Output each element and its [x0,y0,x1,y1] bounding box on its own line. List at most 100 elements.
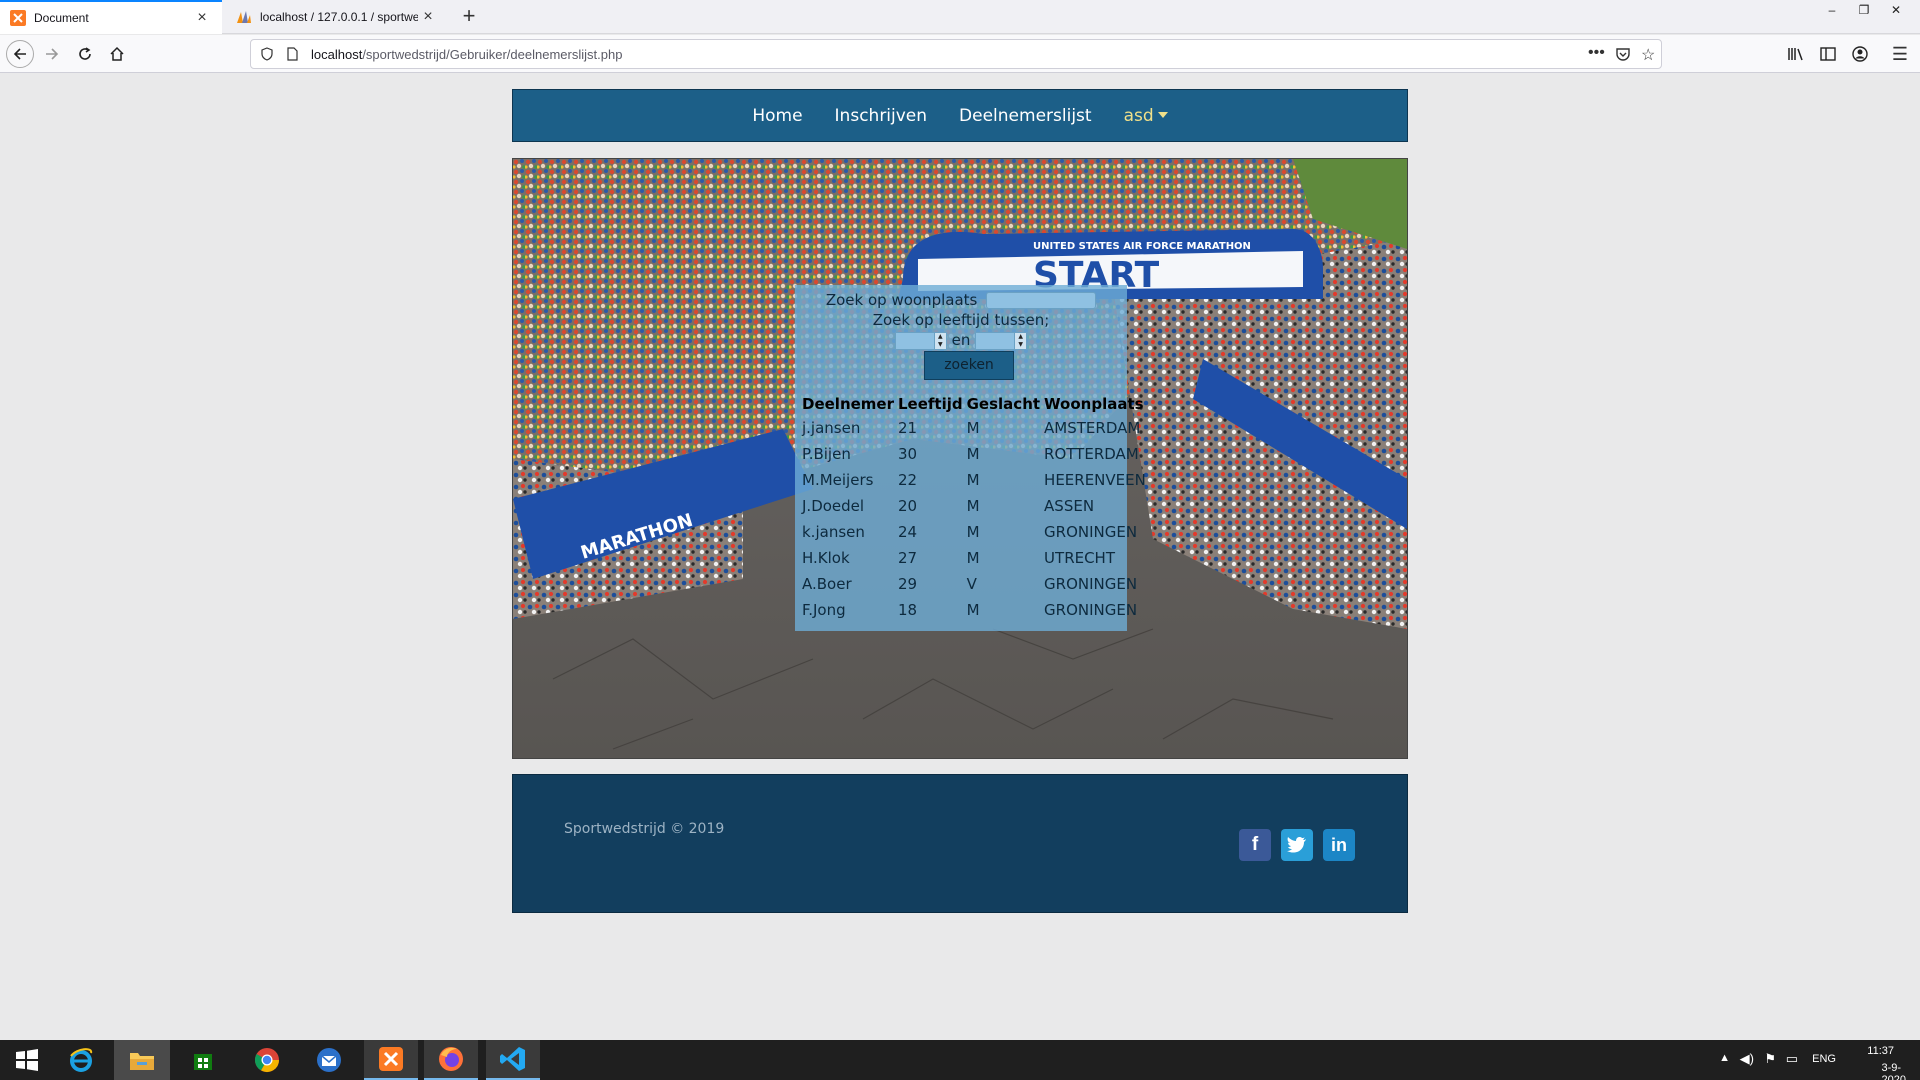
table-row: H.Klok 27 M UTRECHT [802,545,1148,571]
network-icon[interactable]: ▭ [1786,1051,1798,1067]
table-cell: M [966,497,980,515]
nav-home-link[interactable]: Home [752,106,802,126]
participants-table: Deelnemer Leeftijd Geslacht Woonplaats j… [802,393,1148,623]
woonplaats-input[interactable] [986,292,1097,309]
nav-deelnemerslijst-link[interactable]: Deelnemerslijst [959,106,1092,126]
column-header: Geslacht [966,395,1041,413]
table-cell: M [966,445,980,463]
table-cell: GRONINGEN [1044,575,1138,593]
table-cell: 30 [898,445,918,463]
menu-icon[interactable]: ☰ [1886,40,1914,68]
store-icon[interactable] [176,1040,230,1080]
close-window-icon[interactable]: ✕ [1880,0,1912,20]
page-actions-icon[interactable]: ••• [1588,44,1605,62]
table-cell: 22 [898,471,918,489]
user-dropdown[interactable]: asd [1124,106,1168,126]
nav-inschrijven-link[interactable]: Inschrijven [835,106,928,126]
table-cell: P.Bijen [802,445,851,463]
xampp-taskbar-icon[interactable] [364,1040,418,1080]
bookmark-star-icon[interactable]: ☆ [1641,45,1655,65]
library-icon[interactable] [1782,40,1810,68]
new-tab-button[interactable]: + [456,4,482,30]
page-content: Home Inschrijven Deelnemerslijst asd STA… [0,74,1920,1040]
table-cell: M [966,523,980,541]
chrome-icon[interactable] [240,1040,294,1080]
caret-down-icon [1157,111,1168,118]
back-icon[interactable] [6,40,34,68]
thunderbird-icon[interactable] [302,1040,356,1080]
table-cell: 29 [898,575,918,593]
table-cell: AMSTERDAM [1044,419,1141,437]
reload-icon[interactable] [71,40,99,68]
woonplaats-label: Zoek op woonplaats [825,291,978,309]
table-cell: ASSEN [1044,497,1095,515]
close-tab-icon[interactable]: × [192,9,212,27]
table-row: k.jansen 24 M GRONINGEN [802,519,1148,545]
clock-date[interactable]: 3-9-2020 [1882,1062,1906,1080]
facebook-icon[interactable]: f [1239,829,1271,861]
tab-phpmyadmin[interactable]: localhost / 127.0.0.1 / sportwed × [226,0,448,34]
woonplaats-search-row: Zoek op woonplaats [795,291,1127,309]
table-row: J.Doedel 20 M ASSEN [802,493,1148,519]
table-row: P.Bijen 30 M ROTTERDAM [802,441,1148,467]
column-header: Deelnemer [802,395,894,413]
table-cell: M [966,549,980,567]
file-explorer-icon[interactable] [114,1040,170,1080]
address-bar[interactable]: localhost/sportwedstrijd/Gebruiker/deeln… [250,39,1662,69]
browser-tab-strip: Document × localhost / 127.0.0.1 / sport… [0,0,1920,34]
linkedin-icon[interactable]: in [1323,829,1355,861]
xampp-icon [10,10,26,26]
table-cell: j.jansen [802,419,861,437]
table-cell: 24 [898,523,918,541]
search-panel: Zoek op woonplaats Zoek op leeftijd tuss… [795,285,1146,631]
clock-time[interactable]: 11:37 [1867,1045,1894,1057]
restore-window-icon[interactable]: ❐ [1848,0,1880,20]
site-navigation: Home Inschrijven Deelnemerslijst asd [512,89,1408,142]
language-indicator[interactable]: ENG [1812,1053,1836,1065]
table-header-row: Deelnemer Leeftijd Geslacht Woonplaats [802,393,1148,415]
account-icon[interactable] [1846,40,1874,68]
table-cell: M [966,471,980,489]
sidebar-icon[interactable] [1814,40,1842,68]
table-cell: 18 [898,601,918,619]
spinner-arrows-icon[interactable]: ▲ ▼ [933,332,946,349]
windows-taskbar: ▲ ◀) ⚑ ▭ ENG 11:37 3-9-2020 [0,1040,1920,1080]
internet-explorer-icon[interactable] [54,1040,108,1080]
forward-icon[interactable] [38,40,66,68]
leeftijd-label: Zoek op leeftijd tussen; [872,311,1050,329]
tray-expand-icon[interactable]: ▲ [1719,1052,1730,1064]
column-header: Leeftijd [898,395,963,413]
tab-document[interactable]: Document × [0,0,222,34]
tab-title: localhost / 127.0.0.1 / sportwed [260,10,418,24]
table-row: A.Boer 29 V GRONINGEN [802,571,1148,597]
pocket-icon[interactable] [1615,46,1631,67]
leeftijd-range-row: ▲ ▼ en ▲ ▼ [795,331,1127,350]
table-cell: ROTTERDAM [1044,445,1139,463]
volume-icon[interactable]: ◀) [1740,1051,1754,1067]
shield-icon[interactable] [260,47,274,66]
table-cell: F.Jong [802,601,846,619]
table-cell: k.jansen [802,523,865,541]
twitter-icon[interactable] [1281,829,1313,861]
flag-icon[interactable]: ⚑ [1764,1051,1776,1067]
table-cell: H.Klok [802,549,850,567]
zoeken-button[interactable]: zoeken [924,351,1014,380]
close-tab-icon[interactable]: × [418,8,438,26]
minimize-window-icon[interactable]: – [1816,0,1848,20]
firefox-icon[interactable] [424,1040,478,1080]
min-age-input[interactable]: ▲ ▼ [894,331,947,350]
banner-subtext: UNITED STATES AIR FORCE MARATHON [1033,241,1251,252]
page-info-icon[interactable] [285,47,299,66]
spinner-arrows-icon[interactable]: ▲ ▼ [1014,332,1027,349]
table-row: F.Jong 18 M GRONINGEN [802,597,1148,623]
vscode-icon[interactable] [486,1040,540,1080]
max-age-input[interactable]: ▲ ▼ [975,331,1028,350]
table-cell: GRONINGEN [1044,523,1138,541]
and-label: en [951,331,971,349]
table-cell: A.Boer [802,575,852,593]
phpmyadmin-icon [237,11,251,23]
windows-start-icon[interactable] [0,1040,54,1080]
table-cell: UTRECHT [1044,549,1116,567]
home-icon[interactable] [103,40,131,68]
table-cell: M.Meijers [802,471,874,489]
